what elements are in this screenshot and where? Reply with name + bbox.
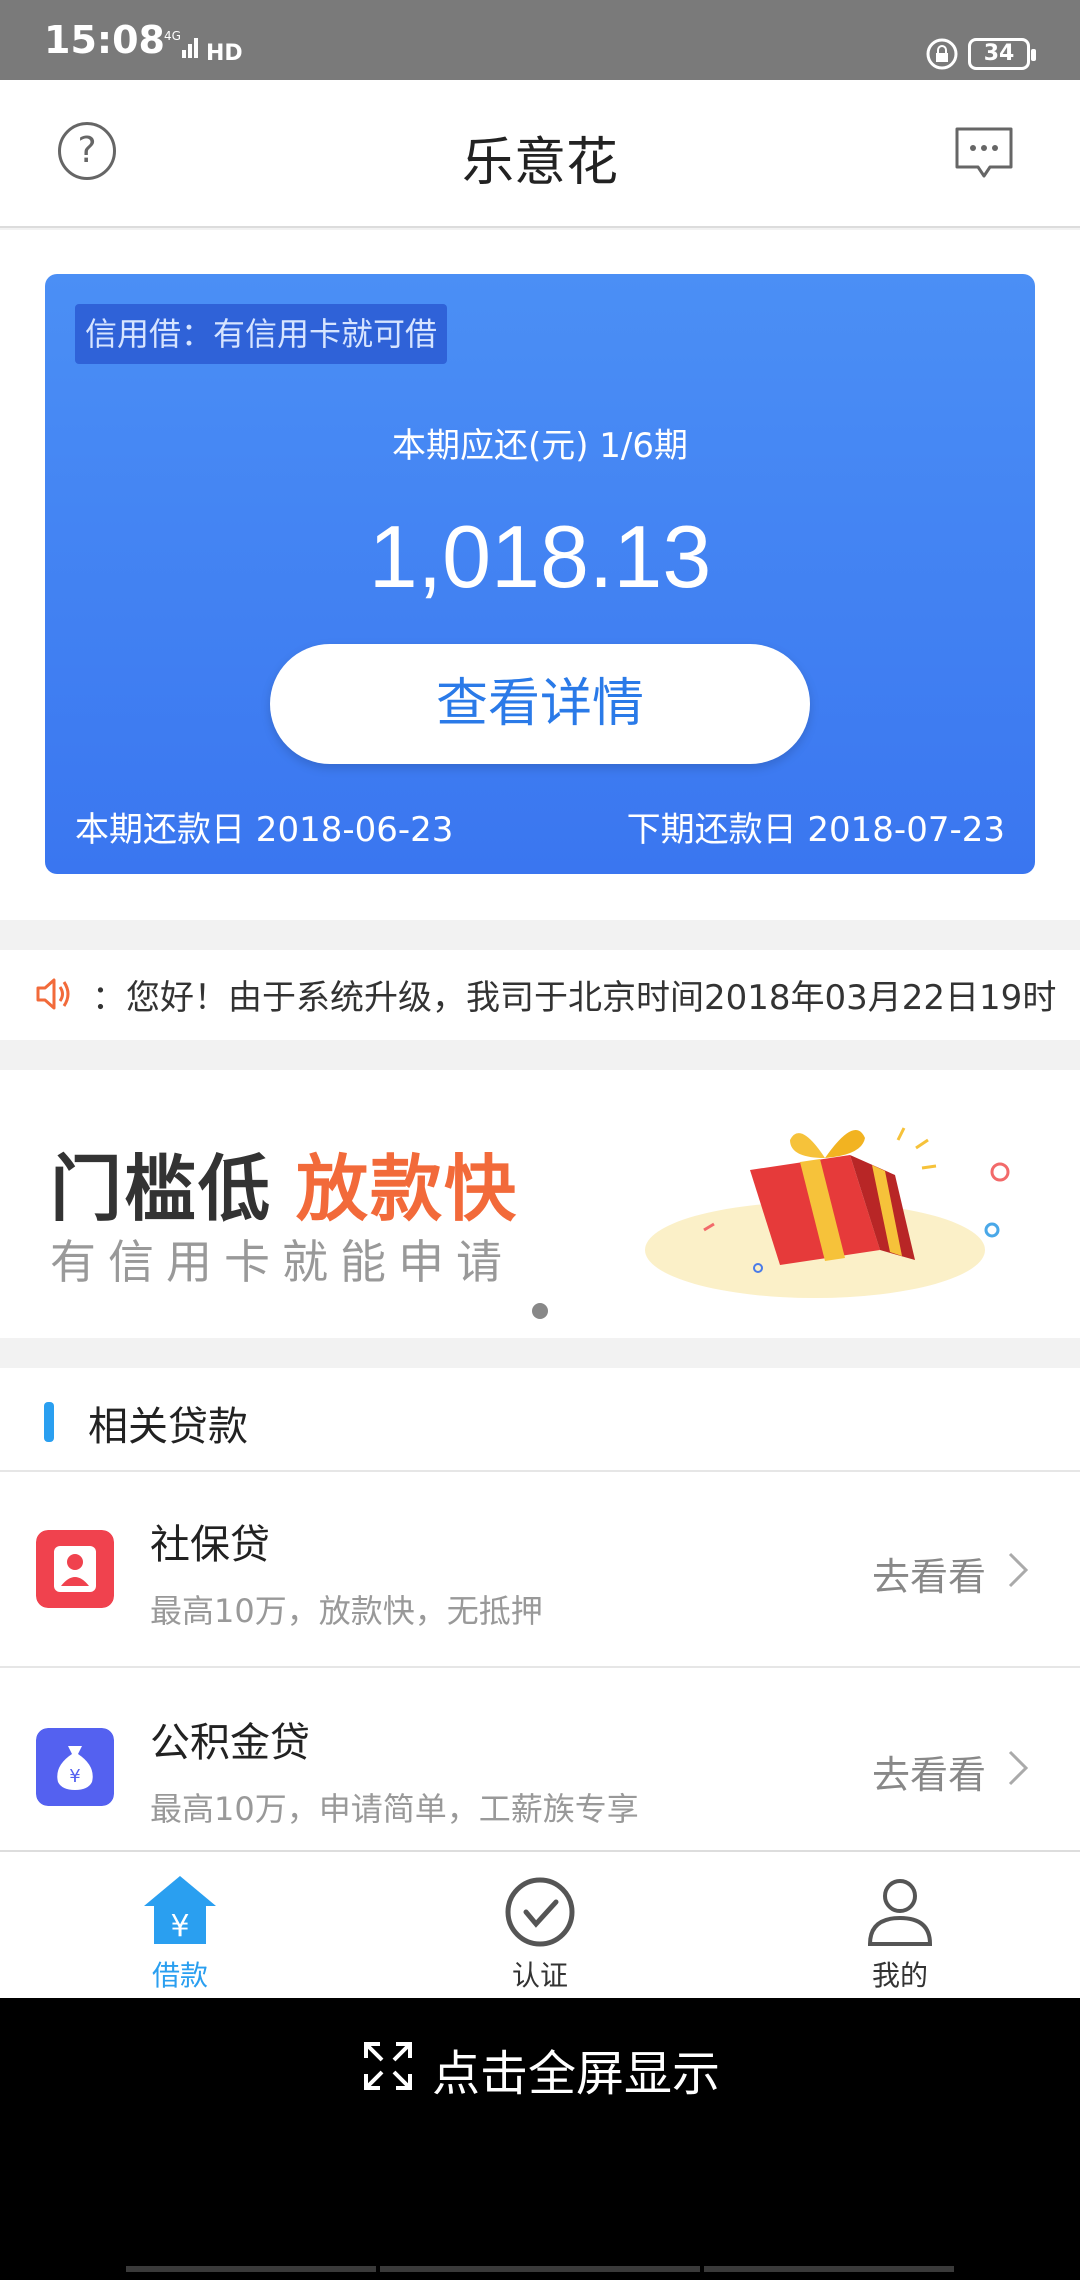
promo-banner[interactable]: 门槛低 放款快 有信用卡就能申请 — [0, 1070, 1080, 1338]
loan-type-tag: 信用借：有信用卡就可借 — [75, 304, 448, 364]
period-label: 本期应还(元) 1/6期 — [391, 426, 689, 466]
loan-item-action[interactable]: 去看看 — [872, 1546, 986, 1601]
section-title: 相关贷款 — [88, 1404, 248, 1450]
next-due-date: 下期还款日 2018-07-23 — [626, 810, 1005, 850]
signal-icon: 4G HD — [164, 29, 243, 66]
nav-gesture-line — [126, 2266, 376, 2272]
nav-gesture-line — [380, 2266, 700, 2272]
bottom-tab-bar: ¥ 借款 认证 我的 — [0, 1850, 1080, 1998]
tab-label: 我的 — [871, 1959, 928, 1992]
tab-label: 认证 — [511, 1959, 568, 1992]
notice-text: ：您好！由于系统升级，我司于北京时间2018年03月22日19时 — [92, 978, 1057, 1018]
person-card-icon — [36, 1530, 114, 1608]
app-header: ? 乐意花 — [0, 80, 1080, 228]
loan-item-desc: 最高10万，放款快，无抵押 — [150, 1592, 543, 1630]
status-bar: 15:08 4G HD 34 — [0, 0, 1080, 80]
home-yen-icon: ¥ — [144, 1876, 216, 1944]
loan-item-name: 社保贷 — [150, 1522, 270, 1568]
loan-card: 信用借：有信用卡就可借 本期应还(元) 1/6期 1,018.13 查看详情 本… — [45, 274, 1035, 874]
lock-rotation-icon — [926, 38, 958, 70]
view-details-button[interactable]: 查看详情 — [270, 644, 810, 764]
user-icon — [867, 1879, 933, 1946]
svg-text:¥: ¥ — [69, 1766, 80, 1787]
tab-mine[interactable]: 我的 — [720, 1852, 1080, 2000]
banner-headline: 门槛低 放款快 — [50, 1130, 518, 1235]
notice-bar[interactable]: ：您好！由于系统升级，我司于北京时间2018年03月22日19时 — [0, 950, 1080, 1040]
money-bag-icon: ¥ — [36, 1728, 114, 1806]
banner-headline-main: 门槛低 — [50, 1147, 273, 1231]
gift-box-icon — [645, 1127, 1010, 1298]
tab-loan[interactable]: ¥ 借款 — [0, 1852, 360, 2000]
amount-due: 1,018.13 — [368, 507, 712, 606]
nav-gesture-line — [704, 2266, 954, 2272]
tab-verify[interactable]: 认证 — [360, 1852, 720, 2000]
banner-subline: 有信用卡就能申请 — [50, 1235, 514, 1289]
fullscreen-label: 点击全屏显示 — [432, 2046, 721, 2102]
speaker-icon — [36, 978, 70, 1010]
current-due-date: 本期还款日 2018-06-23 — [75, 810, 454, 850]
tab-label: 借款 — [151, 1959, 208, 1992]
chevron-right-icon — [1008, 1552, 1029, 1588]
loan-item-action[interactable]: 去看看 — [872, 1744, 986, 1799]
banner-headline-accent: 放款快 — [296, 1147, 519, 1231]
svg-text:¥: ¥ — [170, 1909, 189, 1944]
loan-item-social-security[interactable]: 社保贷 最高10万，放款快，无抵押 去看看 — [0, 1472, 1080, 1668]
message-icon[interactable] — [954, 126, 1014, 182]
chevron-right-icon — [1008, 1750, 1029, 1786]
svg-text:HD: HD — [206, 41, 243, 66]
related-loans-header: 相关贷款 — [0, 1368, 1080, 1472]
banner-page-indicator — [532, 1303, 548, 1319]
loan-section: 信用借：有信用卡就可借 本期应还(元) 1/6期 1,018.13 查看详情 本… — [0, 230, 1080, 920]
fullscreen-bar[interactable]: 点击全屏显示 — [0, 1998, 1080, 2280]
page-title: 乐意花 — [461, 133, 618, 193]
loan-item-housing-fund[interactable]: ¥ 公积金贷 最高10万，申请简单，工薪族专享 去看看 — [0, 1670, 1080, 1866]
loan-item-name: 公积金贷 — [150, 1720, 310, 1766]
section-accent-bar — [44, 1402, 54, 1442]
battery-indicator: 34 — [968, 38, 1036, 70]
svg-text:4G: 4G — [164, 29, 181, 43]
fullscreen-icon — [364, 2042, 412, 2090]
check-circle-icon — [505, 1877, 575, 1947]
loan-item-desc: 最高10万，申请简单，工薪族专享 — [150, 1790, 639, 1828]
status-time: 15:08 — [44, 18, 165, 62]
related-loans-section: 相关贷款 社保贷 最高10万，放款快，无抵押 去看看 ¥ 公积金贷 最高10万，… — [0, 1368, 1080, 1850]
